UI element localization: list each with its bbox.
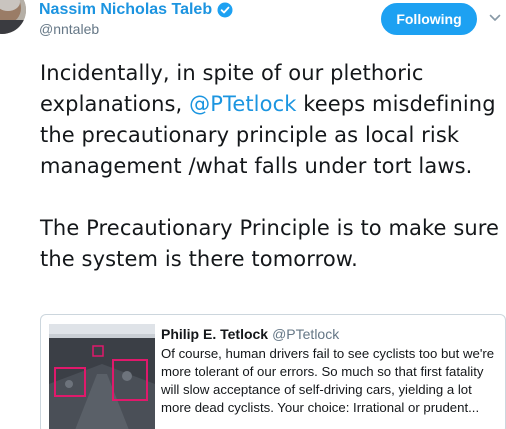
tweet-paragraph-1: Incidentally, in spite of our plethoric …	[40, 58, 506, 182]
mention-link[interactable]: @PTetlock	[189, 92, 296, 116]
author-avatar[interactable]	[0, 0, 26, 34]
quoted-tweet-header: Philip E. Tetlock @PTetlock	[161, 326, 339, 342]
tweet-paragraph-2: The Precautionary Principle is to make s…	[40, 216, 500, 271]
author-handle[interactable]: @nntaleb	[39, 21, 99, 37]
chevron-down-icon[interactable]	[488, 11, 502, 25]
author-name-row: Nassim Nicholas Taleb	[39, 0, 233, 20]
author-name[interactable]: Nassim Nicholas Taleb	[39, 1, 212, 19]
quoted-tweet-card[interactable]: Philip E. Tetlock @PTetlock Of course, hu…	[40, 314, 506, 429]
avatar-image	[0, 0, 26, 34]
verified-badge-icon	[217, 2, 233, 18]
tweet: Nassim Nicholas Taleb @nntaleb Following…	[0, 0, 506, 429]
following-button[interactable]: Following	[381, 3, 477, 35]
quoted-tweet-thumbnail	[49, 324, 155, 429]
quoted-author-name: Philip E. Tetlock	[161, 326, 269, 342]
quoted-author-handle: @PTetlock	[272, 326, 340, 342]
quoted-tweet-text: Of course, human drivers fail to see cyc…	[161, 346, 495, 415]
tweet-text: Incidentally, in spite of our plethoric …	[40, 58, 506, 275]
